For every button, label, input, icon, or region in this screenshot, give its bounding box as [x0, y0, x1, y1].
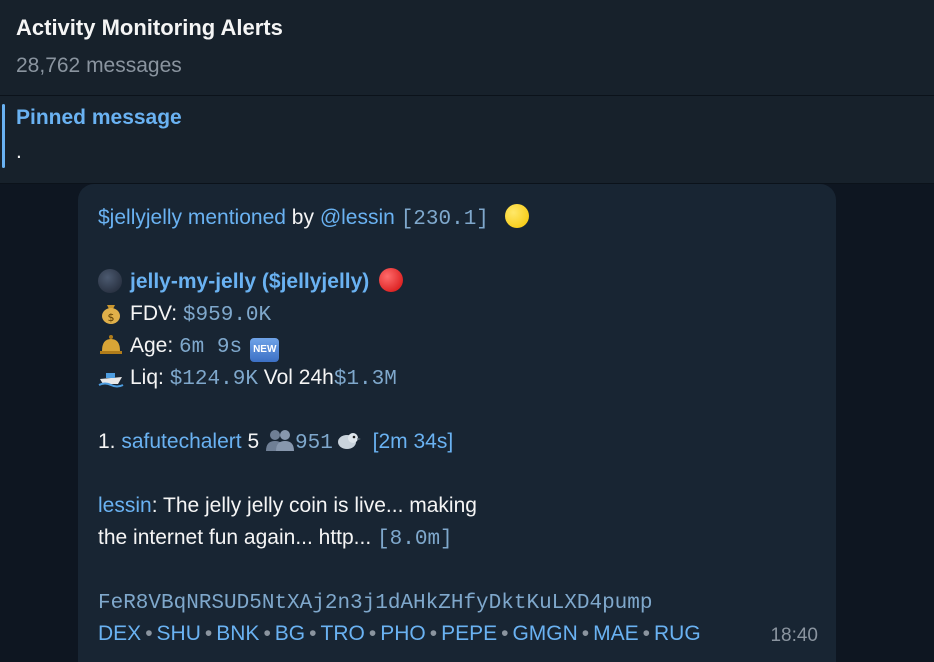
- token-ticker-link[interactable]: $jellyjelly: [98, 206, 182, 229]
- separator-dot: •: [429, 622, 438, 645]
- pinned-message-bar[interactable]: Pinned message .: [0, 96, 934, 184]
- link-tro[interactable]: TRO: [321, 622, 365, 645]
- separator-dot: •: [309, 622, 317, 645]
- rank-number: 1.: [98, 430, 116, 453]
- message-count: 28,762 messages: [16, 54, 182, 77]
- by-text: by: [291, 206, 314, 229]
- pinned-text: .: [16, 140, 22, 163]
- svg-text:$: $: [108, 311, 115, 324]
- age-label: Age:: [130, 334, 174, 357]
- fdv-label: FDV:: [130, 302, 178, 325]
- link-bnk[interactable]: BNK: [216, 622, 259, 645]
- link-dex[interactable]: DEX: [98, 622, 141, 645]
- chat-title: Activity Monitoring Alerts: [16, 15, 283, 40]
- bird-icon: [337, 433, 361, 449]
- age-value: 6m 9s: [179, 336, 243, 359]
- red-circle-icon: [379, 268, 404, 292]
- channel-line: 1. safutechalert 5 951 [2m 34s]: [98, 426, 816, 458]
- liq-label: Liq:: [130, 366, 164, 389]
- chat-header[interactable]: Activity Monitoring Alerts 28,762 messag…: [0, 0, 934, 96]
- bell-icon: [100, 335, 122, 354]
- vol-value: $1.3M: [333, 368, 397, 391]
- fdv-line: $ FDV: $959.0K: [98, 298, 816, 330]
- link-bg[interactable]: BG: [275, 622, 305, 645]
- channel-link[interactable]: safutechalert: [121, 430, 241, 453]
- liq-line: Liq: $124.9K Vol 24h$1.3M: [98, 362, 816, 394]
- mention-line: $jellyjelly mentioned by @lessin [230.1]: [98, 202, 816, 234]
- member-count: 951: [294, 432, 333, 455]
- separator-dot: •: [368, 622, 377, 645]
- liq-value: $124.9K: [169, 368, 258, 391]
- channel-count: 5: [247, 430, 260, 453]
- quote-line-2: the internet fun again... http... [8.0m]: [98, 522, 816, 554]
- author-link[interactable]: lessin: [98, 494, 152, 517]
- new-moon-icon: [98, 269, 122, 293]
- quote-text-1: : The jelly jelly coin is live... making: [151, 494, 477, 517]
- fdv-value: $959.0K: [182, 304, 272, 327]
- quote-time: [8.0m]: [377, 528, 453, 551]
- boat-icon: [98, 373, 124, 388]
- money-bag-icon: $: [102, 305, 120, 324]
- token-name-line: jelly-my-jelly ($jellyjelly): [98, 266, 816, 298]
- separator-dot: •: [581, 622, 590, 645]
- quote-text-2: the internet fun again... http...: [98, 526, 372, 549]
- separator-dot: •: [204, 622, 213, 645]
- yellow-circle-icon: [504, 204, 529, 228]
- token-name-link[interactable]: jelly-my-jelly ($jellyjelly): [130, 270, 369, 293]
- age-line: Age: 6m 9s NEW: [98, 330, 816, 362]
- quick-links-row: DEX • SHU • BNK • BG • TRO • PHO • PEPE • GMGN • MAE • RUG: [98, 618, 816, 650]
- new-badge-icon: NEW: [250, 338, 280, 362]
- mentioned-text: mentioned: [187, 206, 286, 229]
- people-icon: [265, 430, 294, 451]
- contract-address[interactable]: FeR8VBqNRSUD5NtXAj2n3j1dAHkZHfyDktKuLXD4…: [98, 592, 653, 615]
- pinned-title: Pinned message: [16, 106, 182, 129]
- channel-time: [2m 34s]: [372, 430, 454, 453]
- link-shu[interactable]: SHU: [157, 622, 201, 645]
- quote-line-1: lessin: The jelly jelly coin is live... …: [98, 490, 816, 522]
- user-mention-link[interactable]: @lessin: [320, 206, 395, 229]
- link-rug[interactable]: RUG: [654, 622, 701, 645]
- separator-dot: •: [263, 622, 271, 645]
- link-pepe[interactable]: PEPE: [441, 622, 497, 645]
- separator-dot: •: [145, 622, 153, 645]
- address-line: FeR8VBqNRSUD5NtXAj2n3j1dAHkZHfyDktKuLXD4…: [98, 586, 816, 618]
- vol-label: Vol 24h: [263, 366, 334, 389]
- link-pho[interactable]: PHO: [380, 622, 426, 645]
- message-bubble: $jellyjelly mentioned by @lessin [230.1]…: [78, 184, 836, 662]
- message-timestamp: 18:40: [770, 625, 818, 646]
- link-gmgn[interactable]: GMGN: [512, 622, 577, 645]
- score-value: [230.1]: [400, 208, 489, 231]
- separator-dot: •: [642, 622, 651, 645]
- link-mae[interactable]: MAE: [593, 622, 639, 645]
- pinned-accent-bar: [2, 104, 5, 168]
- separator-dot: •: [501, 622, 509, 645]
